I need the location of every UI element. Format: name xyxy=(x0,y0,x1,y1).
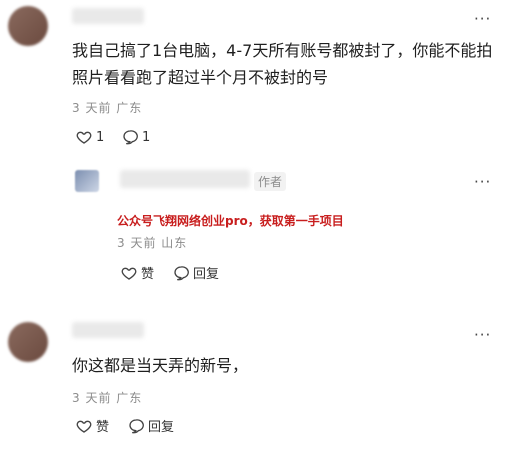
reply-label: 回复 xyxy=(148,420,175,435)
comment-icon xyxy=(173,265,189,281)
reply-button[interactable]: 回复 xyxy=(128,416,174,435)
heart-icon xyxy=(121,265,137,281)
comment-meta: 3 天前 广东 xyxy=(72,391,143,405)
more-options-button[interactable]: ··· xyxy=(474,10,491,28)
comment-meta: 3 天前 山东 xyxy=(117,236,188,250)
comment-icon xyxy=(128,418,144,434)
watermark-text: 公众号飞翔网络创业pro，获取第一手项目 xyxy=(117,214,344,228)
like-count: 1 xyxy=(96,129,105,145)
like-label: 赞 xyxy=(141,267,155,282)
reply-count: 1 xyxy=(142,129,151,145)
avatar[interactable] xyxy=(8,6,48,46)
comment-text: 你这都是当天弄的新号， xyxy=(72,356,249,375)
reply-button[interactable]: 1 xyxy=(122,129,150,145)
more-options-button[interactable]: ··· xyxy=(474,173,491,191)
author-badge: 作者 xyxy=(254,172,287,191)
username-redacted[interactable] xyxy=(72,322,144,338)
avatar[interactable] xyxy=(8,322,48,362)
heart-icon xyxy=(76,129,92,145)
like-label: 赞 xyxy=(96,420,110,435)
reply-label: 回复 xyxy=(193,267,220,282)
heart-icon xyxy=(76,418,92,434)
more-options-button[interactable]: ··· xyxy=(474,326,491,344)
comment-meta: 3 天前 广东 xyxy=(72,101,143,115)
like-button[interactable]: 赞 xyxy=(121,263,154,282)
like-button[interactable]: 1 xyxy=(76,129,104,145)
comment-text: 我自己搞了1台电脑，4-7天所有账号都被封了，你能不能拍照片看看跑了超过半个月不… xyxy=(72,41,493,87)
username-redacted[interactable] xyxy=(72,8,144,24)
reply-button[interactable]: 回复 xyxy=(173,263,219,282)
avatar[interactable] xyxy=(75,170,99,192)
username-redacted[interactable] xyxy=(120,170,250,188)
comment-icon xyxy=(122,129,138,145)
like-button[interactable]: 赞 xyxy=(76,416,109,435)
